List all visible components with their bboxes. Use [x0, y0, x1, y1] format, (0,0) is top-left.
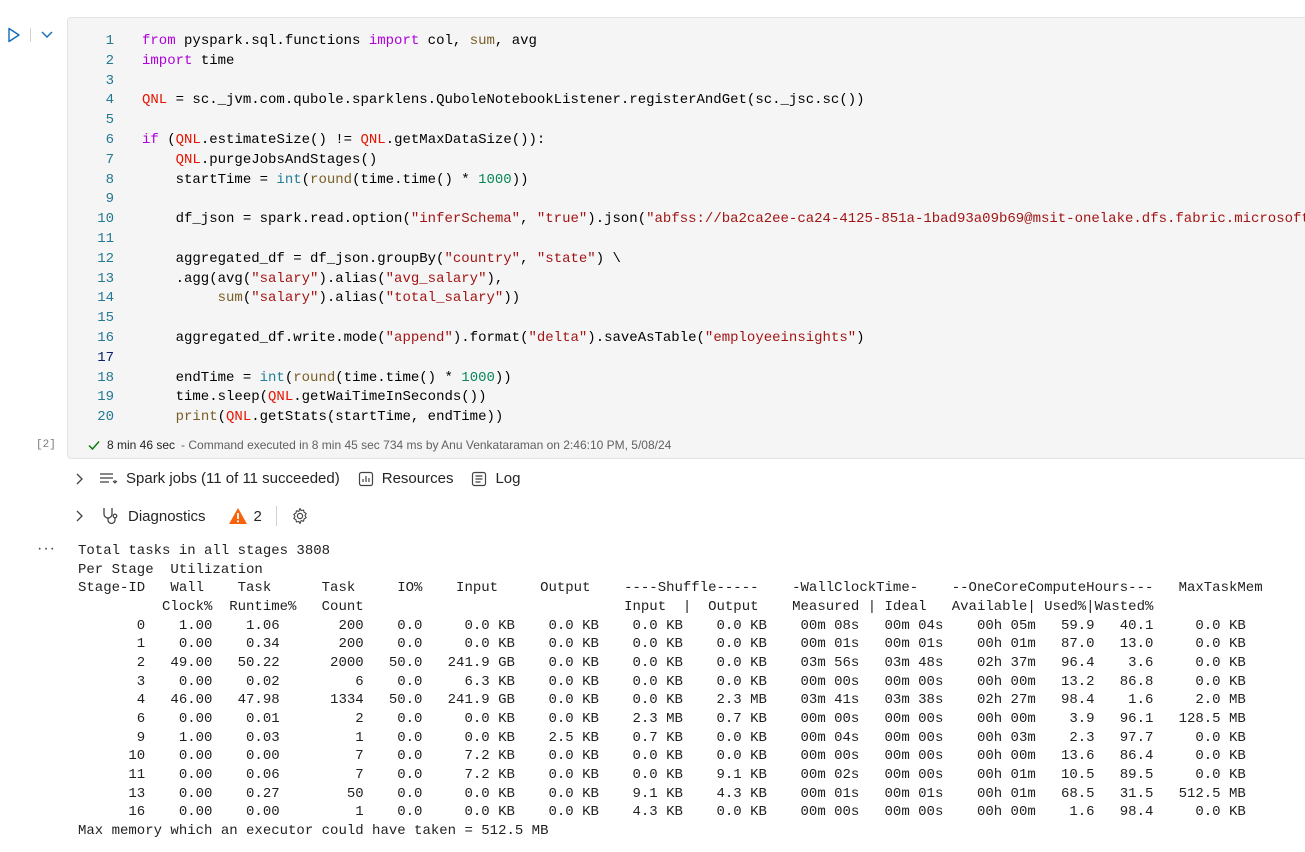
log-icon — [472, 471, 487, 486]
code-line[interactable]: 9 — [68, 190, 1305, 210]
code-line[interactable]: 12 aggregated_df = df_json.groupBy("coun… — [68, 250, 1305, 270]
code-text: QNL = sc._jvm.com.qubole.sparklens.Qubol… — [142, 92, 865, 109]
diagnostics-label: Diagnostics — [128, 507, 206, 525]
code-line[interactable]: 14 sum("salary").alias("total_salary")) — [68, 289, 1305, 309]
code-line[interactable]: 11 — [68, 230, 1305, 250]
code-text: df_json = spark.read.option("inferSchema… — [142, 211, 1305, 228]
cell-output: Total tasks in all stages 3808 Per Stage… — [78, 543, 1263, 839]
line-number: 16 — [97, 329, 114, 346]
code-text: if (QNL.estimateSize() != QNL.getMaxData… — [142, 131, 546, 148]
line-number: 14 — [97, 290, 114, 307]
code-text: time.sleep(QNL.getWaiTimeInSeconds()) — [142, 389, 487, 406]
code-text: from pyspark.sql.functions import col, s… — [142, 33, 537, 49]
line-number: 9 — [105, 191, 114, 208]
code-line[interactable]: 19 time.sleep(QNL.getWaiTimeInSeconds()) — [68, 388, 1305, 408]
line-number: 4 — [105, 92, 114, 109]
warnings-button[interactable]: 2 — [228, 507, 262, 525]
line-number: 17 — [97, 349, 114, 366]
toolbar-divider — [275, 506, 277, 526]
chevron-right-icon — [76, 510, 83, 522]
code-line[interactable]: 7 QNL.purgeJobsAndStages() — [68, 151, 1305, 171]
execution-count: [2] — [36, 439, 56, 451]
diagnostics-settings-button[interactable] — [291, 507, 309, 525]
code-line[interactable]: 2 import time — [68, 52, 1305, 72]
chevron-right-icon — [76, 473, 83, 484]
line-number: 15 — [97, 310, 114, 327]
spark-jobs-label: Spark jobs (11 of 11 succeeded) — [126, 470, 340, 487]
line-number: 12 — [97, 250, 114, 267]
line-number: 18 — [97, 369, 114, 386]
line-number: 7 — [105, 151, 114, 168]
line-number: 11 — [97, 230, 114, 247]
run-options-button[interactable] — [38, 27, 56, 43]
execution-detail: - Command executed in 8 min 45 sec 734 m… — [181, 438, 672, 452]
gear-icon — [293, 507, 307, 525]
stethoscope-icon — [103, 508, 118, 525]
code-cell[interactable]: 1 from pyspark.sql.functions import col, … — [67, 17, 1305, 459]
diagnostics-toolbar: Diagnostics 2 — [74, 506, 309, 526]
spark-jobs-tab[interactable]: Spark jobs (11 of 11 succeeded) — [98, 470, 340, 487]
run-controls-divider — [30, 28, 31, 42]
line-number: 1 — [105, 33, 114, 49]
list-icon — [100, 472, 118, 484]
more-options-icon[interactable]: ··· — [37, 540, 56, 558]
code-editor[interactable]: 1 from pyspark.sql.functions import col, … — [68, 32, 1305, 428]
code-line[interactable]: 6 if (QNL.estimateSize() != QNL.getMaxDat… — [68, 131, 1305, 151]
code-text: endTime = int(round(time.time() * 1000)) — [142, 369, 512, 386]
line-number: 2 — [105, 52, 114, 69]
chevron-down-icon — [41, 31, 53, 38]
output-toolbar: Spark jobs (11 of 11 succeeded) Resource… — [74, 470, 520, 487]
code-line[interactable]: 16 aggregated_df.write.mode("append").fo… — [68, 329, 1305, 349]
code-text: aggregated_df = df_json.groupBy("country… — [142, 250, 621, 267]
code-line[interactable]: 17 — [68, 349, 1305, 369]
code-line[interactable]: 5 — [68, 111, 1305, 131]
code-line[interactable]: 10 df_json = spark.read.option("inferSch… — [68, 210, 1305, 230]
line-number: 8 — [105, 171, 114, 188]
code-text: sum("salary").alias("total_salary")) — [217, 290, 521, 307]
log-label: Log — [495, 470, 521, 487]
code-text: import time — [142, 52, 235, 69]
code-line[interactable]: 20 print(QNL.getStats(startTime, endTime… — [68, 408, 1305, 428]
chart-icon — [358, 471, 373, 486]
code-line[interactable]: 18 endTime = int(round(time.time() * 100… — [68, 369, 1305, 389]
code-text: aggregated_df.write.mode("append").forma… — [142, 329, 865, 346]
code-line[interactable]: 8 startTime = int(round(time.time() * 10… — [68, 171, 1305, 191]
warning-icon — [228, 508, 247, 524]
code-text: .agg(avg("salary").alias("avg_salary"), — [142, 270, 504, 287]
line-number: 3 — [105, 72, 114, 89]
expand-spark-jobs-button[interactable] — [74, 472, 86, 486]
execution-status: 8 min 46 sec - Command executed in 8 min… — [87, 438, 671, 452]
code-line[interactable]: 15 — [68, 309, 1305, 329]
line-number: 20 — [97, 409, 114, 426]
code-line[interactable]: 4 QNL = sc._jvm.com.qubole.sparklens.Qubo… — [68, 91, 1305, 111]
line-number: 19 — [97, 389, 114, 406]
warning-count: 2 — [253, 507, 262, 525]
expand-diagnostics-button[interactable] — [74, 509, 86, 523]
execution-duration: 8 min 46 sec — [107, 438, 176, 452]
code-line[interactable]: 3 — [68, 72, 1305, 92]
code-text: QNL.purgeJobsAndStages() — [175, 151, 378, 168]
play-icon — [8, 27, 20, 43]
checkmark-icon — [88, 441, 100, 451]
line-number: 10 — [97, 211, 114, 228]
code-line[interactable]: 1 from pyspark.sql.functions import col, … — [68, 32, 1305, 52]
code-text: print(QNL.getStats(startTime, endTime)) — [175, 409, 504, 426]
resources-tab[interactable]: Resources — [358, 470, 454, 487]
code-line[interactable]: 13 .agg(avg("salary").alias("avg_salary"… — [68, 270, 1305, 290]
run-cell-button[interactable] — [5, 26, 23, 44]
line-number: 6 — [105, 131, 114, 148]
diagnostics-tab[interactable]: Diagnostics — [100, 506, 206, 526]
line-number: 5 — [105, 112, 114, 129]
code-text: startTime = int(round(time.time() * 1000… — [142, 171, 529, 188]
resources-label: Resources — [381, 470, 454, 487]
line-number: 13 — [97, 270, 114, 287]
log-tab[interactable]: Log — [471, 470, 520, 487]
